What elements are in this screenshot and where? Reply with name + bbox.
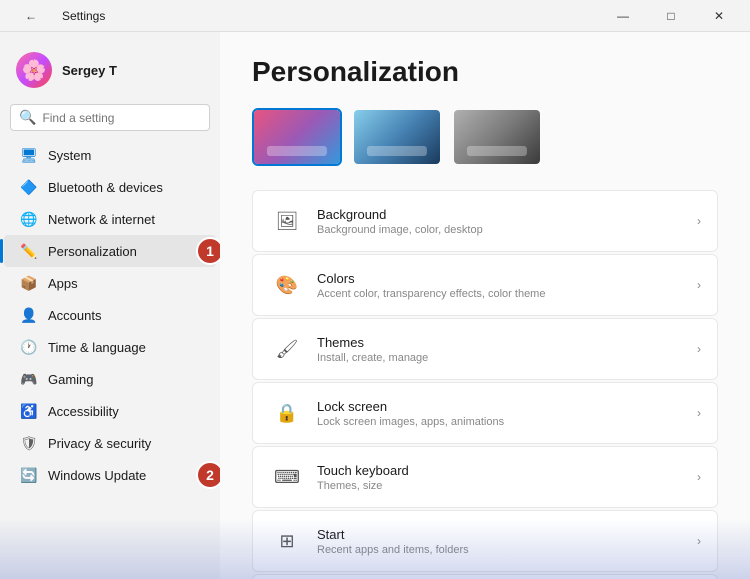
search-icon: 🔍 — [19, 109, 36, 126]
update-icon: 🔄 — [20, 466, 38, 484]
background-icon: 🖼 — [269, 203, 305, 239]
lockscreen-text: Lock screen Lock screen images, apps, an… — [317, 399, 697, 428]
sidebar-label-time: Time & language — [48, 340, 146, 355]
sidebar-label-system: System — [48, 148, 91, 163]
user-name: Sergey T — [62, 63, 117, 78]
touchkeyboard-text: Touch keyboard Themes, size — [317, 463, 697, 492]
gaming-icon: 🎮 — [20, 370, 38, 388]
touchkeyboard-desc: Themes, size — [317, 480, 697, 492]
main-content: Personalization 🖼 — [220, 32, 750, 579]
avatar[interactable]: 🌸 — [16, 52, 52, 88]
privacy-icon: 🛡 — [20, 434, 38, 452]
touchkeyboard-title: Touch keyboard — [317, 463, 697, 478]
sidebar-item-update[interactable]: 🔄 Windows Update 2 — [4, 459, 216, 491]
settings-item-background[interactable]: 🖼 Background Background image, color, de… — [252, 190, 718, 252]
titlebar-controls: — □ ✕ — [600, 0, 742, 32]
sidebar-item-network[interactable]: 🌐 Network & internet — [4, 203, 216, 235]
theme-thumb-3[interactable] — [452, 108, 542, 166]
maximize-button[interactable]: □ — [648, 0, 694, 32]
sidebar-item-apps[interactable]: 📦 Apps — [4, 267, 216, 299]
lockscreen-chevron: › — [697, 406, 701, 420]
background-text: Background Background image, color, desk… — [317, 207, 697, 236]
touchkeyboard-chevron: › — [697, 470, 701, 484]
system-icon: 🖥 — [20, 146, 38, 164]
colors-desc: Accent color, transparency effects, colo… — [317, 288, 697, 300]
colors-title: Colors — [317, 271, 697, 286]
sidebar-label-apps: Apps — [48, 276, 78, 291]
titlebar-left: ← Settings — [8, 0, 105, 32]
sidebar-label-update: Windows Update — [48, 468, 146, 483]
colors-icon: 🎨 — [269, 267, 305, 303]
settings-list: 🖼 Background Background image, color, de… — [252, 190, 718, 579]
background-desc: Background image, color, desktop — [317, 224, 697, 236]
start-desc: Recent apps and items, folders — [317, 544, 697, 556]
sidebar-item-personalization[interactable]: ✏️ Personalization 1 — [4, 235, 216, 267]
sidebar-item-time[interactable]: 🕐 Time & language — [4, 331, 216, 363]
settings-item-themes[interactable]: 🖌 Themes Install, create, manage › — [252, 318, 718, 380]
titlebar-title: Settings — [62, 9, 105, 23]
themes-chevron: › — [697, 342, 701, 356]
sidebar-item-system[interactable]: 🖥 System — [4, 139, 216, 171]
badge-1: 1 — [196, 237, 220, 265]
start-text: Start Recent apps and items, folders — [317, 527, 697, 556]
time-icon: 🕐 — [20, 338, 38, 356]
app-container: 🌸 Sergey T 🔍 🖥 System 🔷 Bluetooth & devi… — [0, 32, 750, 579]
close-button[interactable]: ✕ — [696, 0, 742, 32]
sidebar-label-gaming: Gaming — [48, 372, 94, 387]
accounts-icon: 👤 — [20, 306, 38, 324]
lockscreen-desc: Lock screen images, apps, animations — [317, 416, 697, 428]
themes-icon: 🖌 — [269, 331, 305, 367]
sidebar-label-network: Network & internet — [48, 212, 155, 227]
background-title: Background — [317, 207, 697, 222]
search-box[interactable]: 🔍 — [10, 104, 210, 131]
search-input[interactable] — [42, 111, 201, 125]
titlebar: ← Settings — □ ✕ — [0, 0, 750, 32]
minimize-button[interactable]: — — [600, 0, 646, 32]
sidebar-item-accessibility[interactable]: ♿ Accessibility — [4, 395, 216, 427]
settings-item-colors[interactable]: 🎨 Colors Accent color, transparency effe… — [252, 254, 718, 316]
settings-item-start[interactable]: ⊞ Start Recent apps and items, folders › — [252, 510, 718, 572]
touchkeyboard-icon: ⌨ — [269, 459, 305, 495]
page-title: Personalization — [252, 56, 718, 88]
sidebar-item-bluetooth[interactable]: 🔷 Bluetooth & devices — [4, 171, 216, 203]
background-chevron: › — [697, 214, 701, 228]
sidebar-item-accounts[interactable]: 👤 Accounts — [4, 299, 216, 331]
sidebar-item-gaming[interactable]: 🎮 Gaming — [4, 363, 216, 395]
sidebar-label-privacy: Privacy & security — [48, 436, 151, 451]
lockscreen-icon: 🔒 — [269, 395, 305, 431]
accessibility-icon: ♿ — [20, 402, 38, 420]
sidebar: 🌸 Sergey T 🔍 🖥 System 🔷 Bluetooth & devi… — [0, 32, 220, 579]
avatar-icon: 🌸 — [22, 58, 47, 83]
themes-text: Themes Install, create, manage — [317, 335, 697, 364]
sidebar-label-accessibility: Accessibility — [48, 404, 119, 419]
bluetooth-icon: 🔷 — [20, 178, 38, 196]
themes-title: Themes — [317, 335, 697, 350]
theme-thumb-1[interactable] — [252, 108, 342, 166]
personalization-icon: ✏️ — [20, 242, 38, 260]
settings-item-taskbar[interactable]: 📌 Taskbar Taskbar behaviors, system pins… — [252, 574, 718, 579]
colors-text: Colors Accent color, transparency effect… — [317, 271, 697, 300]
sidebar-item-privacy[interactable]: 🛡 Privacy & security — [4, 427, 216, 459]
lockscreen-title: Lock screen — [317, 399, 697, 414]
themes-desc: Install, create, manage — [317, 352, 697, 364]
sidebar-label-bluetooth: Bluetooth & devices — [48, 180, 163, 195]
start-title: Start — [317, 527, 697, 542]
user-section: 🌸 Sergey T — [0, 40, 220, 104]
theme-previews — [252, 108, 718, 166]
badge-2: 2 — [196, 461, 220, 489]
start-icon: ⊞ — [269, 523, 305, 559]
apps-icon: 📦 — [20, 274, 38, 292]
sidebar-label-personalization: Personalization — [48, 244, 137, 259]
settings-item-touchkeyboard[interactable]: ⌨ Touch keyboard Themes, size › — [252, 446, 718, 508]
network-icon: 🌐 — [20, 210, 38, 228]
start-chevron: › — [697, 534, 701, 548]
sidebar-label-accounts: Accounts — [48, 308, 101, 323]
theme-thumb-2[interactable] — [352, 108, 442, 166]
back-button[interactable]: ← — [8, 0, 54, 32]
colors-chevron: › — [697, 278, 701, 292]
settings-item-lockscreen[interactable]: 🔒 Lock screen Lock screen images, apps, … — [252, 382, 718, 444]
